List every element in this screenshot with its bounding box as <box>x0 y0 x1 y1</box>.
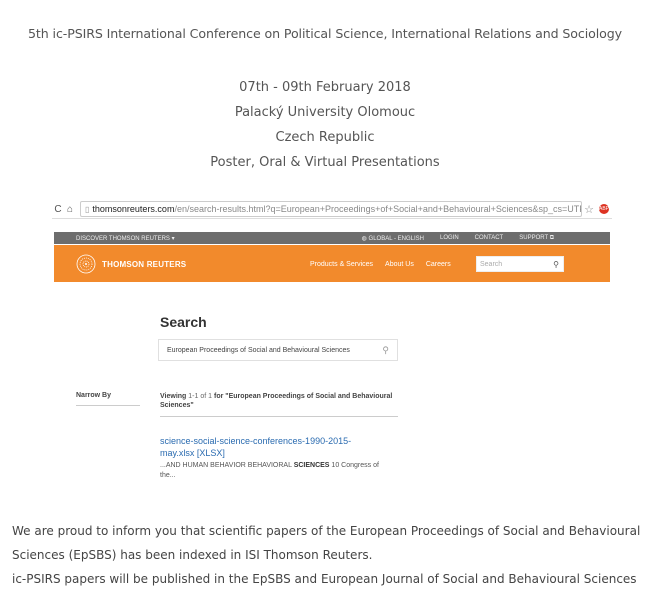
brand-name[interactable]: THOMSON REUTERS <box>102 260 186 269</box>
conference-formats: Poster, Oral & Virtual Presentations <box>210 155 440 170</box>
main-nav: Products & Services About Us Careers <box>310 261 451 268</box>
home-icon[interactable]: ⌂ <box>64 204 76 215</box>
nav-about-us[interactable]: About Us <box>385 261 414 268</box>
nav-products-services[interactable]: Products & Services <box>310 261 373 268</box>
login-link[interactable]: LOGIN <box>440 235 459 242</box>
result-title-link[interactable]: science-social-science-conferences-1990-… <box>160 435 380 459</box>
snippet-highlight: SCIENCES <box>293 462 330 469</box>
conference-country: Czech Republic <box>275 130 375 145</box>
url-domain: thomsonreuters.com <box>92 204 175 214</box>
nav-careers[interactable]: Careers <box>426 261 451 268</box>
search-heading: Search <box>160 314 207 330</box>
url-path: /en/search-results.html?q=European+Proce… <box>174 204 582 214</box>
discover-menu[interactable]: DISCOVER THOMSON REUTERS ▾ <box>76 235 175 242</box>
viewing-label: Viewing <box>160 393 187 400</box>
external-window-icon: ⧉ <box>549 235 554 241</box>
search-query-value: European Proceedings of Social and Behav… <box>167 346 350 354</box>
extension-icon[interactable]: ABP <box>599 204 609 214</box>
search-placeholder: Search <box>480 260 503 268</box>
results-summary: Viewing 1-1 of 1 for "European Proceedin… <box>160 392 398 417</box>
globe-language-link[interactable]: ◍ GLOBAL - ENGLISH <box>362 235 424 242</box>
body-paragraph-line-3: ic-PSIRS papers will be published in the… <box>12 572 637 586</box>
tr-header: THOMSON REUTERS Products & Services Abou… <box>54 245 610 282</box>
support-link[interactable]: SUPPORT ⧉ <box>519 235 554 242</box>
search-icon[interactable]: ⚲ <box>553 260 559 269</box>
header-search-input[interactable]: Search ⚲ <box>476 256 564 272</box>
body-paragraph-line-1: We are proud to inform you that scientif… <box>12 524 641 538</box>
body-paragraph-line-2: Sciences (EpSBS) has been indexed in ISI… <box>12 548 373 562</box>
result-snippet: ...AND HUMAN BEHAVIOR BEHAVIORAL SCIENCE… <box>160 461 390 481</box>
contact-link[interactable]: CONTACT <box>475 235 504 242</box>
snippet-pre: ...AND HUMAN BEHAVIOR BEHAVIORAL <box>160 462 294 469</box>
search-query-input[interactable]: European Proceedings of Social and Behav… <box>158 339 398 361</box>
language-label: GLOBAL - ENGLISH <box>368 236 424 242</box>
address-bar[interactable]: ▯ thomsonreuters.com/en/search-results.h… <box>80 201 582 217</box>
viewing-count: 1-1 of 1 <box>188 393 213 400</box>
support-label: SUPPORT <box>519 235 549 241</box>
tr-utility-bar: DISCOVER THOMSON REUTERS ▾ ◍ GLOBAL - EN… <box>54 232 610 244</box>
conference-title: 5th ic-PSIRS International Conference on… <box>28 26 622 41</box>
page-icon: ▯ <box>85 204 90 214</box>
search-icon[interactable]: ⚲ <box>382 345 389 356</box>
browser-toolbar: C ⌂ ▯ thomsonreuters.com/en/search-resul… <box>52 200 612 219</box>
narrow-by-heading: Narrow By <box>76 392 140 406</box>
conference-venue: Palacký University Olomouc <box>234 105 416 120</box>
bookmark-star-icon[interactable]: ☆ <box>582 203 596 216</box>
reload-icon[interactable]: C <box>52 204 64 215</box>
thomson-reuters-logo-icon[interactable] <box>76 254 96 274</box>
conference-dates: 07th - 09th February 2018 <box>239 80 411 95</box>
